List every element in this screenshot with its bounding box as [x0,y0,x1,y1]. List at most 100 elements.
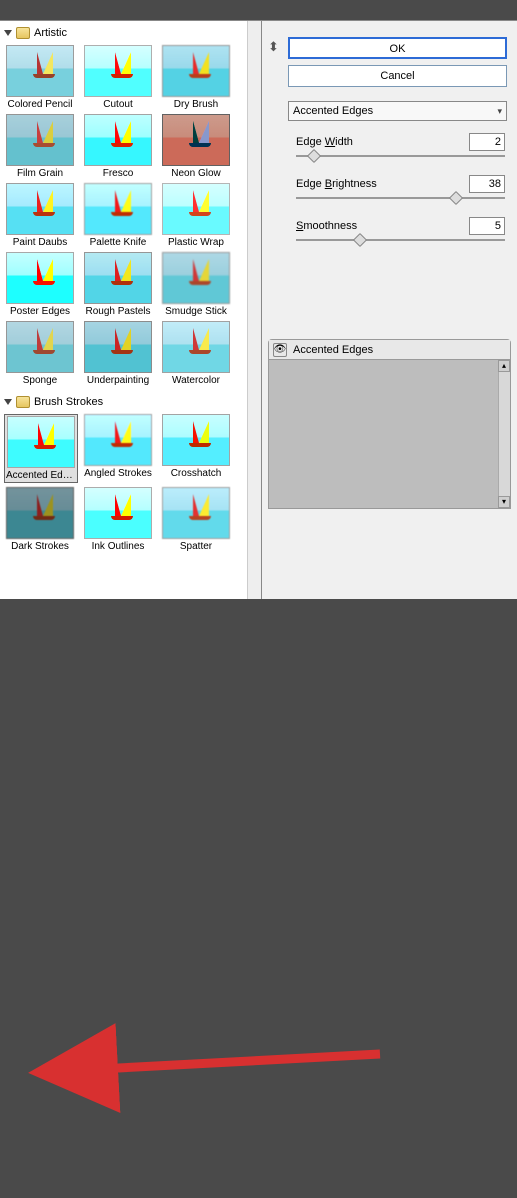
edge-width-input[interactable] [469,133,505,151]
filter-thumb[interactable]: Colored Pencil [4,45,76,110]
filter-thumbnail-image [7,416,75,468]
folder-icon [16,396,30,408]
filter-thumb[interactable]: Film Grain [4,114,76,179]
filter-thumbnail-image [162,45,230,97]
filter-thumb-label: Poster Edges [4,306,76,317]
filter-thumb[interactable]: Spatter [160,487,232,552]
filter-thumbnail-image [84,183,152,235]
folder-label: Brush Strokes [34,396,103,408]
folder-brush-strokes[interactable]: Brush Strokes [4,394,257,410]
filter-thumb[interactable]: Accented Edges [4,414,78,483]
filter-thumb-label: Accented Edges [6,470,76,481]
slider-edge-brightness: Edge Brightness [296,175,505,199]
effect-layers-panel: 👁 Accented Edges ▴ ▾ [268,339,511,509]
filter-thumbnail-image [84,414,152,466]
filter-thumbnail-image [162,487,230,539]
edge-width-slider[interactable] [296,155,505,157]
filter-thumb-label: Cutout [82,99,154,110]
filter-thumb-label: Dry Brush [160,99,232,110]
filter-thumb-label: Plastic Wrap [160,237,232,248]
layer-name: Accented Edges [293,344,373,356]
filter-thumb-label: Angled Strokes [82,468,154,479]
filter-thumbnail-image [6,183,74,235]
filter-thumb-label: Underpainting [82,375,154,386]
slider-smoothness: Smoothness [296,217,505,241]
filter-thumb-label: Rough Pastels [82,306,154,317]
filter-thumbnail-image [162,321,230,373]
filter-thumb-label: Sponge [4,375,76,386]
filter-thumb-label: Dark Strokes [4,541,76,552]
app-titlebar [0,0,517,20]
filter-dropdown[interactable]: Accented Edges ▾ [288,101,507,121]
eye-icon[interactable]: 👁 [273,343,287,357]
layer-row[interactable]: 👁 Accented Edges [269,340,510,360]
slider-thumb-icon[interactable] [449,191,463,205]
chevron-down-icon: ▾ [497,106,502,117]
disclosure-triangle-icon [4,30,12,36]
filter-thumbnail-image [6,252,74,304]
smoothness-input[interactable] [469,217,505,235]
filter-thumb[interactable]: Rough Pastels [82,252,154,317]
slider-label: Edge Width [296,136,353,148]
filter-thumbnail-image [162,414,230,466]
filter-thumb-label: Neon Glow [160,168,232,179]
folder-artistic[interactable]: Artistic [4,25,257,41]
slider-label: Smoothness [296,220,357,232]
filter-thumbnail-image [6,487,74,539]
filter-thumb[interactable]: Palette Knife [82,183,154,248]
filter-thumb[interactable]: Plastic Wrap [160,183,232,248]
smoothness-slider[interactable] [296,239,505,241]
folder-icon [16,27,30,39]
filter-thumb-label: Smudge Stick [160,306,232,317]
filter-thumb-label: Spatter [160,541,232,552]
filter-thumb[interactable]: Dark Strokes [4,487,76,552]
annotation-arrow-icon [0,599,517,1198]
filter-thumb[interactable]: Poster Edges [4,252,76,317]
filter-thumbnail-image [162,114,230,166]
controls-panel: ⬍ OK Cancel Accented Edges ▾ Edge Width [262,21,517,599]
filter-thumbnail-image [84,252,152,304]
filter-thumb[interactable]: Neon Glow [160,114,232,179]
filter-thumbnail-image [84,321,152,373]
filter-thumbnail-image [6,45,74,97]
filter-thumbnail-image [84,45,152,97]
filter-thumb[interactable]: Watercolor [160,321,232,386]
slider-edge-width: Edge Width [296,133,505,157]
filter-thumb[interactable]: Cutout [82,45,154,110]
filter-thumbnail-image [84,114,152,166]
filter-thumb-label: Crosshatch [160,468,232,479]
folder-label: Artistic [34,27,67,39]
filter-thumb-label: Fresco [82,168,154,179]
filter-thumb-label: Ink Outlines [82,541,154,552]
edge-brightness-slider[interactable] [296,197,505,199]
ok-button[interactable]: OK [288,37,507,59]
filter-thumb-label: Palette Knife [82,237,154,248]
filter-thumb[interactable]: Paint Daubs [4,183,76,248]
filter-thumb[interactable]: Underpainting [82,321,154,386]
filter-thumb[interactable]: Fresco [82,114,154,179]
filter-thumb[interactable]: Dry Brush [160,45,232,110]
slider-label: Edge Brightness [296,178,377,190]
cancel-button[interactable]: Cancel [288,65,507,87]
slider-thumb-icon[interactable] [352,233,366,247]
scroll-down-icon[interactable]: ▾ [498,496,510,508]
filter-gallery-dialog: Artistic Colored Pencil Cutout Dry Brush Fi… [0,20,517,599]
filter-thumb[interactable]: Sponge [4,321,76,386]
edge-brightness-input[interactable] [469,175,505,193]
filter-list-panel: Artistic Colored Pencil Cutout Dry Brush Fi… [0,21,262,599]
scrollbar-vertical[interactable] [247,21,261,599]
filter-thumbnail-image [162,252,230,304]
filter-thumb[interactable]: Angled Strokes [82,414,154,483]
slider-thumb-icon[interactable] [306,149,320,163]
artistic-thumb-grid: Colored Pencil Cutout Dry Brush Film Grain F… [4,45,257,386]
filter-thumb[interactable]: Crosshatch [160,414,232,483]
filter-thumbnail-image [84,487,152,539]
filter-thumb[interactable]: Ink Outlines [82,487,154,552]
scrollbar-vertical[interactable]: ▴ ▾ [498,360,510,508]
disclosure-triangle-icon [4,399,12,405]
filter-thumbnail-image [162,183,230,235]
scroll-up-icon[interactable]: ▴ [498,360,510,372]
filter-thumb[interactable]: Smudge Stick [160,252,232,317]
brush-strokes-thumb-grid: Accented Edges Angled Strokes Crosshatch Da… [4,414,257,552]
collapse-toggle-icon[interactable]: ⬍ [268,39,279,55]
